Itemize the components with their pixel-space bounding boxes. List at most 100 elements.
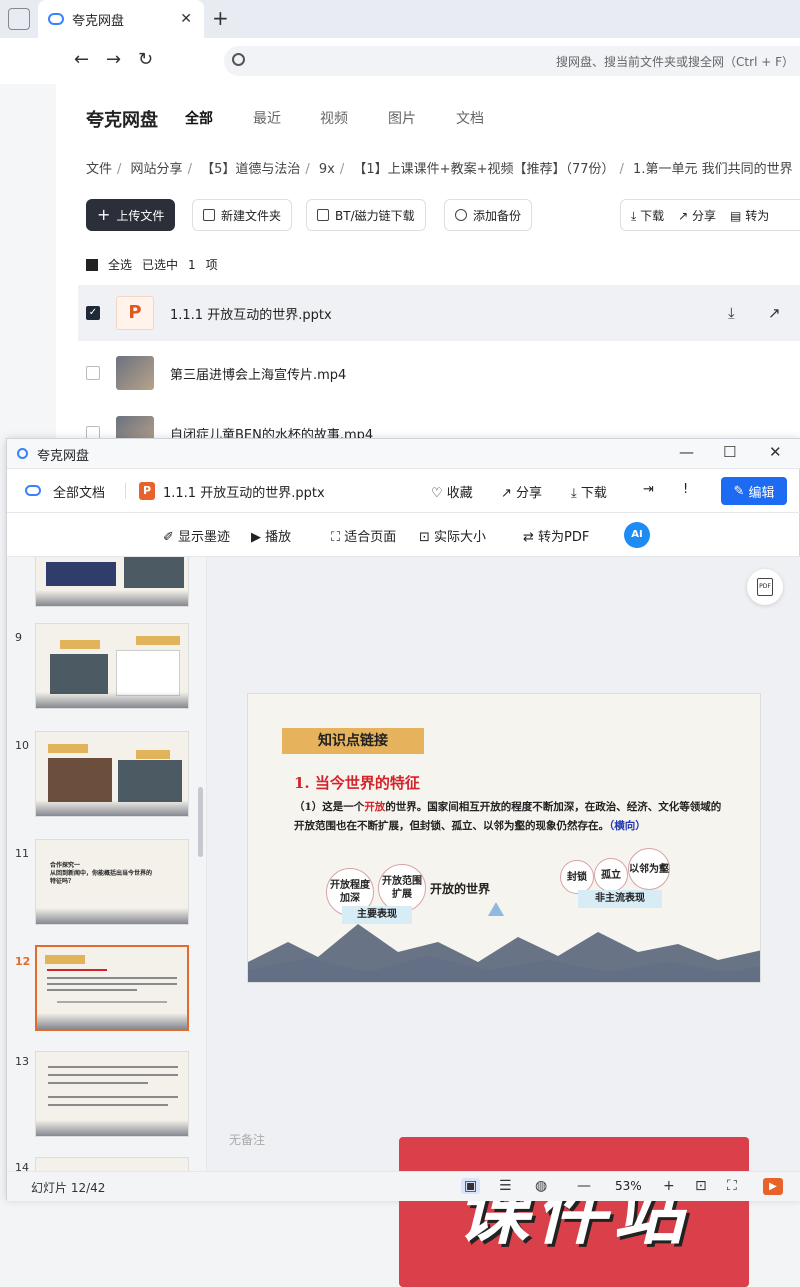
- tab-video[interactable]: 视频: [320, 108, 348, 128]
- close-icon[interactable]: ✕: [769, 443, 782, 461]
- maximize-icon[interactable]: ☐: [723, 443, 736, 461]
- slideshow-play-icon[interactable]: ▶: [763, 1178, 783, 1195]
- share-label: 分享: [516, 486, 543, 501]
- selected-prefix: 已选中: [142, 258, 179, 272]
- share-button[interactable]: ↗ 分享: [678, 207, 716, 224]
- thumb-line: [48, 1104, 168, 1106]
- slide-thumbnail[interactable]: [35, 1157, 189, 1171]
- tab-close-icon[interactable]: ✕: [180, 11, 192, 27]
- row-checkbox[interactable]: [86, 366, 100, 380]
- play-button[interactable]: ▶ 播放: [251, 526, 291, 545]
- breadcrumb-item[interactable]: 9x: [319, 162, 335, 177]
- report-icon[interactable]: !: [683, 482, 688, 497]
- breadcrumb-item[interactable]: 【5】道德与法治: [201, 162, 300, 177]
- bt-download-button[interactable]: BT/磁力链下载: [306, 199, 426, 231]
- fit-page-button[interactable]: ⛶ 适合页面: [331, 526, 396, 545]
- thumb-block: [124, 557, 184, 588]
- thumb-tag: [136, 636, 180, 645]
- select-all-label[interactable]: 全选: [108, 256, 132, 273]
- upload-button[interactable]: + 上传文件: [86, 199, 176, 231]
- tab-all[interactable]: 全部: [185, 108, 213, 128]
- ai-assistant-icon[interactable]: AI: [624, 522, 650, 548]
- row-open-icon[interactable]: ↗: [768, 304, 781, 322]
- backup-label: 添加备份: [473, 208, 522, 223]
- viewer-header: 全部文档 P 1.1.1 开放互动的世界.pptx ♡ 收藏 ↗ 分享 ⤓ 下载…: [7, 469, 800, 513]
- browser-tab[interactable]: 夸克网盘 ✕: [38, 0, 204, 38]
- download-label: 下载: [640, 208, 665, 223]
- slide-thumbnail-active[interactable]: [35, 945, 189, 1031]
- thumb-line: [48, 1082, 148, 1084]
- slide-number: 13: [15, 1055, 29, 1068]
- download-button[interactable]: ⤓ 下载: [571, 482, 607, 501]
- fullscreen-icon[interactable]: ⛶: [727, 1178, 737, 1194]
- to-pdf-button[interactable]: ⇄ 转为PDF: [523, 526, 589, 545]
- all-docs-link[interactable]: 全部文档: [53, 482, 105, 501]
- file-name[interactable]: 1.1.1 开放互动的世界.pptx: [170, 304, 332, 323]
- show-ink-button[interactable]: ✐ 显示墨迹: [163, 526, 230, 545]
- tab-title: 夸克网盘: [72, 13, 125, 29]
- slide-number: 10: [15, 739, 29, 752]
- share-button[interactable]: ↗ 分享: [501, 482, 542, 501]
- actual-size-button[interactable]: ⊡ 实际大小: [419, 526, 486, 545]
- slide-number: 11: [15, 847, 29, 860]
- new-folder-button[interactable]: 新建文件夹: [192, 199, 293, 231]
- zoom-level: 53%: [615, 1179, 642, 1193]
- zoom-in-icon[interactable]: +: [663, 1178, 675, 1194]
- slide-thumbnail[interactable]: 合作探究一 从回到新闻中，你能概括出当今世界的 特征吗？: [35, 839, 189, 925]
- breadcrumb-item[interactable]: 文件: [86, 162, 112, 177]
- breadcrumb-item[interactable]: 1.第一单元 我们共同的世界: [633, 162, 793, 177]
- slide-thumbnail[interactable]: [35, 1051, 189, 1137]
- export-icon[interactable]: ⇥: [643, 482, 654, 497]
- search-icon: [232, 53, 245, 66]
- edit-button[interactable]: ✎ 编辑: [721, 477, 787, 505]
- add-backup-button[interactable]: 添加备份: [444, 199, 533, 231]
- actual-label: 实际大小: [434, 530, 487, 545]
- breadcrumb-item[interactable]: 【1】上课课件+教案+视频【推荐】（77份）: [353, 162, 614, 177]
- convert-button[interactable]: ▤ 转为: [730, 207, 769, 224]
- tab-image[interactable]: 图片: [388, 108, 416, 128]
- tab-docs[interactable]: 文档: [456, 108, 484, 128]
- slide-number: 14: [15, 1161, 29, 1171]
- minimize-icon[interactable]: —: [679, 443, 694, 461]
- tab-search-icon[interactable]: [8, 8, 30, 30]
- favorite-button[interactable]: ♡ 收藏: [431, 482, 473, 501]
- zoom-out-icon[interactable]: —: [577, 1178, 591, 1194]
- download-button[interactable]: ⤓ 下载: [631, 207, 664, 224]
- thumb-tag: [136, 750, 170, 759]
- share-label: 分享: [692, 208, 717, 223]
- new-tab-button[interactable]: +: [212, 6, 229, 30]
- search-input[interactable]: 搜网盘、搜当前文件夹或搜全网（Ctrl + F）: [224, 46, 800, 76]
- table-row[interactable]: ✓ P 1.1.1 开放互动的世界.pptx ⤓ ↗: [78, 285, 800, 341]
- thumbnail-scrollbar[interactable]: [198, 787, 203, 857]
- pdf-convert-float[interactable]: PDF: [747, 569, 783, 605]
- row-checkbox[interactable]: ✓: [86, 306, 100, 320]
- pdf-icon: PDF: [757, 578, 773, 596]
- ppt-file-icon: P: [116, 296, 154, 330]
- slide-thumbnail[interactable]: [35, 731, 189, 817]
- new-folder-label: 新建文件夹: [221, 208, 282, 223]
- row-download-icon[interactable]: ⤓: [728, 304, 735, 322]
- forward-icon[interactable]: →: [106, 49, 121, 70]
- doc-viewer-window: 夸克网盘 — ☐ ✕ 全部文档 P 1.1.1 开放互动的世界.pptx ♡ 收…: [6, 438, 800, 1287]
- video-thumbnail: [116, 356, 154, 390]
- notes-view-icon[interactable]: ☰: [499, 1178, 512, 1194]
- refresh-icon[interactable]: ↻: [138, 49, 153, 70]
- web-view-icon[interactable]: ◍: [535, 1178, 547, 1194]
- body-note: （横向）: [609, 820, 646, 832]
- normal-view-icon[interactable]: ▣: [461, 1178, 481, 1194]
- table-row[interactable]: 第三届进博会上海宣传片.mp4: [78, 345, 800, 401]
- select-all-checkbox[interactable]: [86, 258, 98, 271]
- bubble: 孤立: [594, 858, 628, 892]
- breadcrumb-item[interactable]: 网站分享: [131, 162, 183, 177]
- slide-thumbnail[interactable]: [35, 623, 189, 709]
- fit-icon[interactable]: ⊡: [695, 1178, 707, 1194]
- viewer-titlebar: 夸克网盘 — ☐ ✕: [7, 439, 800, 469]
- thumb-block: [50, 654, 108, 694]
- brand-title: 夸克网盘: [86, 110, 158, 131]
- back-icon[interactable]: ←: [74, 49, 89, 70]
- divider: [125, 483, 126, 499]
- file-name[interactable]: 第三届进博会上海宣传片.mp4: [170, 364, 346, 383]
- mountain-decoration: [248, 924, 760, 982]
- tab-recent[interactable]: 最近: [253, 108, 281, 128]
- slide-thumbnail[interactable]: [35, 557, 189, 607]
